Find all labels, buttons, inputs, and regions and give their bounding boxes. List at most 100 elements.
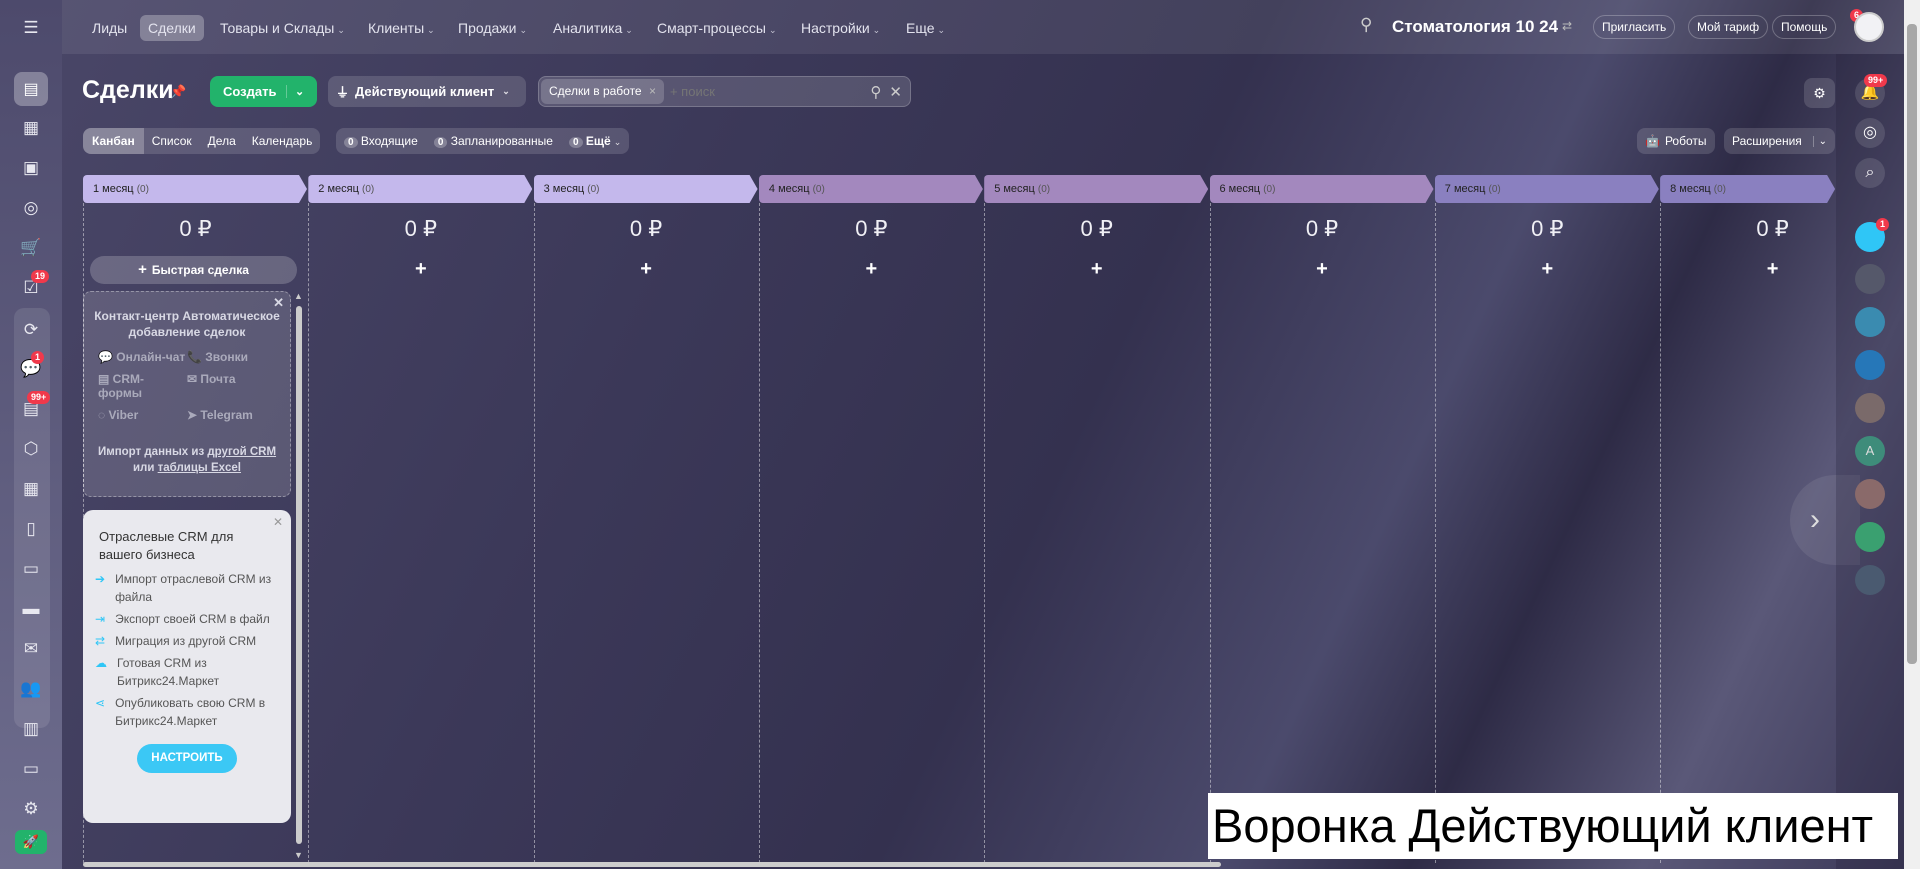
chat-search-icon[interactable]: ⌕ [1855, 158, 1885, 188]
close-icon[interactable]: ✕ [273, 295, 284, 311]
add-deal-button[interactable]: + [984, 258, 1209, 281]
channel-crm-forms[interactable]: ▤ CRM-формы [98, 372, 187, 400]
nav-sales[interactable]: Продажи ⌄ [450, 15, 535, 41]
chevron-down-icon[interactable]: ⌄ [1812, 135, 1827, 147]
robots-button[interactable]: 🤖 Роботы [1637, 128, 1715, 154]
tab-list[interactable]: Список [144, 134, 200, 148]
copilot-icon[interactable]: ◎ [1855, 118, 1885, 148]
column-header[interactable]: 5 месяц (0) [984, 175, 1208, 203]
store-icon[interactable]: ▣ [17, 154, 45, 182]
nav-analytics[interactable]: Аналитика ⌄ [545, 15, 641, 41]
bot-avatar[interactable] [1855, 350, 1885, 380]
page-scrollbar[interactable] [1904, 0, 1920, 869]
nav-smart-processes[interactable]: Смарт-процессы ⌄ [649, 15, 784, 41]
search-icon[interactable]: ⚲ [1360, 15, 1372, 35]
add-deal-button[interactable]: + [1435, 258, 1660, 281]
add-deal-button[interactable]: + [534, 258, 759, 281]
help-button[interactable]: Помощь [1772, 15, 1837, 39]
scroll-down-icon[interactable]: ▼ [294, 850, 303, 860]
search-input[interactable] [669, 84, 840, 99]
calendar-tasks-icon[interactable]: ▦ [17, 114, 45, 142]
extensions-button[interactable]: Расширения ⌄ [1724, 128, 1835, 154]
search-filter[interactable]: Сделки в работе × ⚲ ✕ [538, 76, 911, 107]
hexagon-icon[interactable]: ⬡ [17, 435, 45, 463]
column-header[interactable]: 8 месяц (0) [1660, 175, 1835, 203]
industry-item-publish[interactable]: ⋖ Опубликовать свою CRM в Битрикс24.Марке… [95, 694, 279, 730]
column-header[interactable]: 1 месяц (0) [83, 175, 307, 203]
presentation-icon[interactable]: ▭ [17, 555, 45, 583]
close-icon[interactable]: ✕ [273, 515, 283, 529]
nav-deals[interactable]: Сделки [140, 15, 204, 41]
target-icon[interactable]: ◎ [17, 194, 45, 222]
column-header[interactable]: 4 месяц (0) [759, 175, 983, 203]
menu-icon[interactable]: ☰ [17, 14, 45, 42]
industry-item-import[interactable]: ➔ Импорт отраслевой CRM из файла [95, 570, 279, 606]
column-header[interactable]: 3 месяц (0) [534, 175, 758, 203]
nav-leads[interactable]: Лиды [84, 15, 135, 41]
channel-mail[interactable]: ✉ Почта [187, 372, 276, 400]
nav-products[interactable]: Товары и Склады ⌄ [212, 15, 353, 41]
mail-icon[interactable]: ✉ [17, 635, 45, 663]
add-deal-button[interactable]: + [308, 258, 533, 281]
invite-button[interactable]: Пригласить [1593, 15, 1676, 39]
scroll-up-icon[interactable]: ▲ [294, 291, 303, 301]
user-avatar[interactable] [1854, 12, 1884, 42]
remove-tag-icon[interactable]: × [649, 84, 656, 98]
company-name[interactable]: Стоматология 10 24 [1392, 17, 1558, 37]
create-button[interactable]: Создать ⌄ [210, 76, 317, 107]
nav-more[interactable]: Еще ⌄ [898, 15, 953, 41]
user-avatar[interactable] [1855, 264, 1885, 294]
bookmark-icon[interactable] [1855, 307, 1885, 337]
gear-icon[interactable]: ⚙ [1804, 78, 1835, 108]
calendar-icon[interactable]: ▦ [17, 475, 45, 503]
tariff-button[interactable]: Мой тариф [1688, 15, 1769, 39]
nav-clients[interactable]: Клиенты ⌄ [360, 15, 443, 41]
import-excel-link[interactable]: таблицы Excel [158, 462, 241, 474]
user-avatar[interactable]: A [1855, 436, 1885, 466]
column-header[interactable]: 7 месяц (0) [1435, 175, 1659, 203]
column-header[interactable]: 6 месяц (0) [1210, 175, 1434, 203]
counter-more[interactable]: 0 Ещё ⌄ [568, 134, 621, 148]
chevron-down-icon[interactable]: ⌄ [286, 85, 304, 98]
crm-funnel-icon[interactable]: ▤ [14, 72, 48, 106]
contacts-icon[interactable]: 👥 [17, 675, 45, 703]
drive-icon[interactable]: ▬ [17, 595, 45, 623]
industry-item-export[interactable]: ⇥ Экспорт своей CRM в файл [95, 610, 279, 628]
column-scrollbar[interactable] [296, 306, 302, 844]
cart-icon[interactable]: 🛒 [17, 234, 45, 262]
search-icon[interactable]: ⚲ [870, 83, 881, 101]
tasks-icon[interactable]: ☑ 19 [17, 270, 50, 302]
horizontal-scrollbar[interactable] [83, 862, 1221, 867]
counter-planned[interactable]: 0 Запланированные [433, 134, 553, 148]
pin-icon[interactable]: 📌 [170, 84, 186, 100]
column-header[interactable]: 2 месяц (0) [308, 175, 532, 203]
import-crm-link[interactable]: другой CRM [207, 446, 276, 458]
user-avatar[interactable] [1855, 393, 1885, 423]
tab-calendar[interactable]: Календарь [244, 134, 321, 148]
user-avatar[interactable] [1855, 565, 1885, 595]
user-avatar[interactable] [1855, 479, 1885, 509]
analytics-icon[interactable]: ▥ [17, 715, 45, 743]
settings-icon[interactable]: ⚙ [17, 795, 45, 823]
funnel-selector[interactable]: ⏚ Действующий клиент ⌄ [328, 76, 526, 107]
rocket-icon[interactable]: 🚀 [15, 830, 47, 854]
channel-viber[interactable]: ◌ Viber [98, 408, 187, 422]
chats-icon[interactable]: 💬 1 [17, 351, 45, 383]
tab-kanban[interactable]: Канбан [83, 128, 144, 154]
tab-activities[interactable]: Дела [200, 134, 244, 148]
clear-icon[interactable]: ✕ [889, 83, 902, 101]
counter-incoming[interactable]: 0 Входящие [344, 134, 418, 148]
nav-settings[interactable]: Настройки ⌄ [793, 15, 888, 41]
add-deal-button[interactable]: + [1210, 258, 1435, 281]
document-icon[interactable]: ▯ [17, 515, 45, 543]
industry-item-migration[interactable]: ⇄ Миграция из другой CRM [95, 632, 279, 650]
feed-icon[interactable]: ▤ 99+ [17, 391, 51, 423]
add-deal-button[interactable]: + [759, 258, 984, 281]
configure-button[interactable]: НАСТРОИТЬ [137, 744, 237, 773]
channel-online-chat[interactable]: 💬 Онлайн-чат [98, 350, 187, 364]
settings-toggle-icon[interactable]: ⇄ [1562, 19, 1572, 33]
channel-telegram[interactable]: ➤ Telegram [187, 408, 276, 422]
channel-calls[interactable]: 📞 Звонки [187, 350, 276, 364]
industry-item-market[interactable]: ☁ Готовая CRM из Битрикс24.Маркет [95, 654, 279, 690]
id-card-icon[interactable]: ▭ [17, 755, 45, 783]
